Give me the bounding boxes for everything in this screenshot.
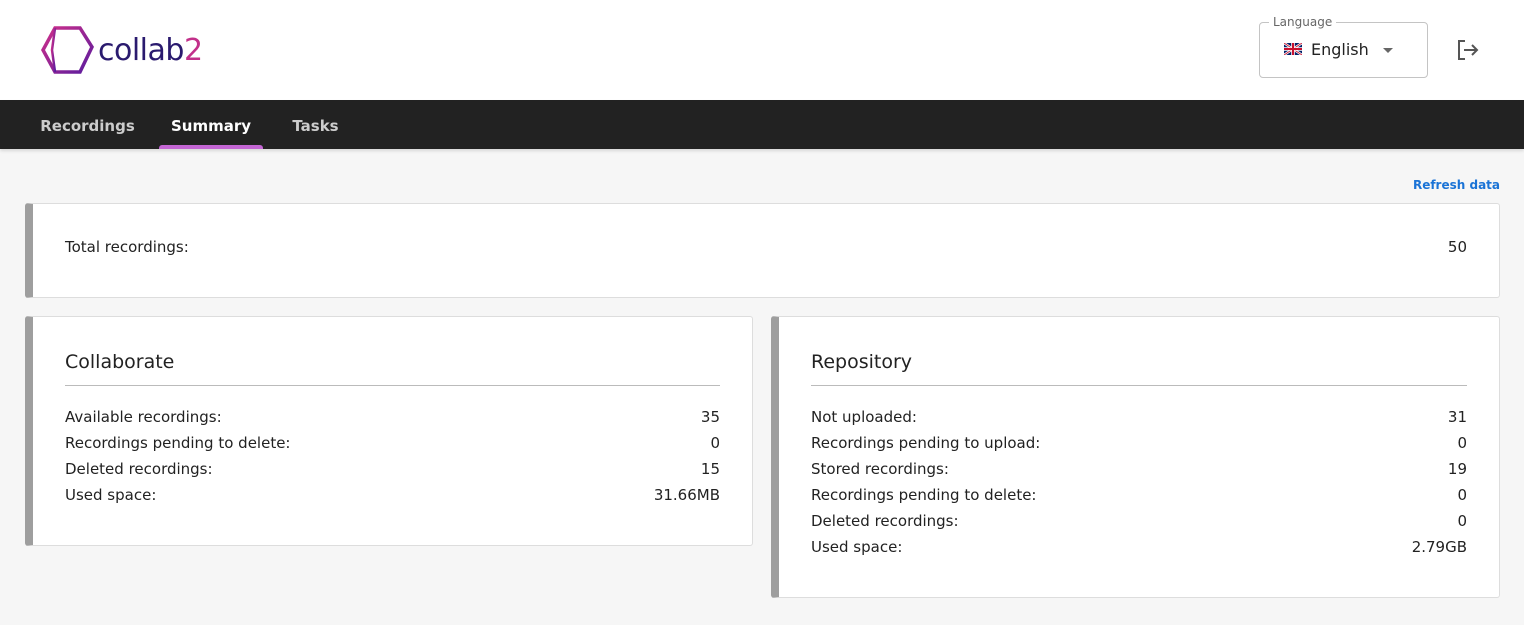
row-value: 2.79GB [1411, 538, 1467, 556]
row-label: Not uploaded: [811, 408, 917, 426]
language-label: Language [1269, 15, 1337, 29]
row-value: 31.66MB [653, 486, 720, 504]
collaborate-card: Collaborate Available recordings: 35 Reco… [25, 316, 753, 546]
row-value: 19 [1447, 460, 1467, 478]
row-value: 0 [710, 434, 720, 452]
stat-row: Available recordings: 35 [65, 408, 720, 426]
row-label: Used space: [811, 538, 903, 556]
language-value: English [1311, 40, 1369, 59]
tab-tasks[interactable]: Tasks [278, 100, 353, 149]
row-label: Total recordings: [65, 238, 189, 256]
logout-icon[interactable] [1456, 39, 1480, 61]
row-value: 31 [1447, 408, 1467, 426]
row-value: 0 [1457, 486, 1467, 504]
header: collab2 Language English [0, 0, 1524, 100]
stat-row: Recordings pending to upload: 0 [811, 434, 1467, 452]
tab-summary[interactable]: Summary [159, 100, 263, 149]
repository-card: Repository Not uploaded: 31 Recordings pe… [771, 316, 1500, 598]
row-label: Deleted recordings: [811, 512, 959, 530]
row-value: 35 [700, 408, 720, 426]
divider [811, 385, 1467, 386]
tab-recordings[interactable]: Recordings [30, 100, 145, 149]
logo-icon [41, 26, 94, 74]
stat-row: Used space: 31.66MB [65, 486, 720, 504]
stat-row: Deleted recordings: 0 [811, 512, 1467, 530]
row-value: 50 [1447, 238, 1467, 256]
row-label: Recordings pending to delete: [811, 486, 1037, 504]
row-label: Recordings pending to delete: [65, 434, 291, 452]
card-title: Collaborate [65, 351, 175, 373]
row-label: Stored recordings: [811, 460, 949, 478]
row-label: Used space: [65, 486, 157, 504]
language-select[interactable]: Language English [1259, 15, 1428, 78]
stat-row: Recordings pending to delete: 0 [65, 434, 720, 452]
stat-row: Recordings pending to delete: 0 [811, 486, 1467, 504]
refresh-data-link[interactable]: Refresh data [1413, 178, 1500, 192]
chevron-down-icon [1383, 48, 1393, 53]
card-title: Repository [811, 351, 913, 373]
row-value: 0 [1457, 512, 1467, 530]
logo-text: collab2 [98, 32, 203, 68]
divider [65, 385, 720, 386]
stat-row: Stored recordings: 19 [811, 460, 1467, 478]
row-label: Deleted recordings: [65, 460, 213, 478]
total-recordings-row: Total recordings: 50 [65, 238, 1467, 256]
stat-row: Used space: 2.79GB [811, 538, 1467, 556]
main-nav: Recordings Summary Tasks [0, 100, 1524, 149]
total-recordings-card: Total recordings: 50 [25, 203, 1500, 298]
row-value: 0 [1457, 434, 1467, 452]
row-value: 15 [700, 460, 720, 478]
row-label: Available recordings: [65, 408, 222, 426]
stat-row: Not uploaded: 31 [811, 408, 1467, 426]
uk-flag-icon [1284, 43, 1302, 55]
stat-row: Deleted recordings: 15 [65, 460, 720, 478]
row-label: Recordings pending to upload: [811, 434, 1041, 452]
collab2-logo[interactable]: collab2 [40, 25, 203, 75]
